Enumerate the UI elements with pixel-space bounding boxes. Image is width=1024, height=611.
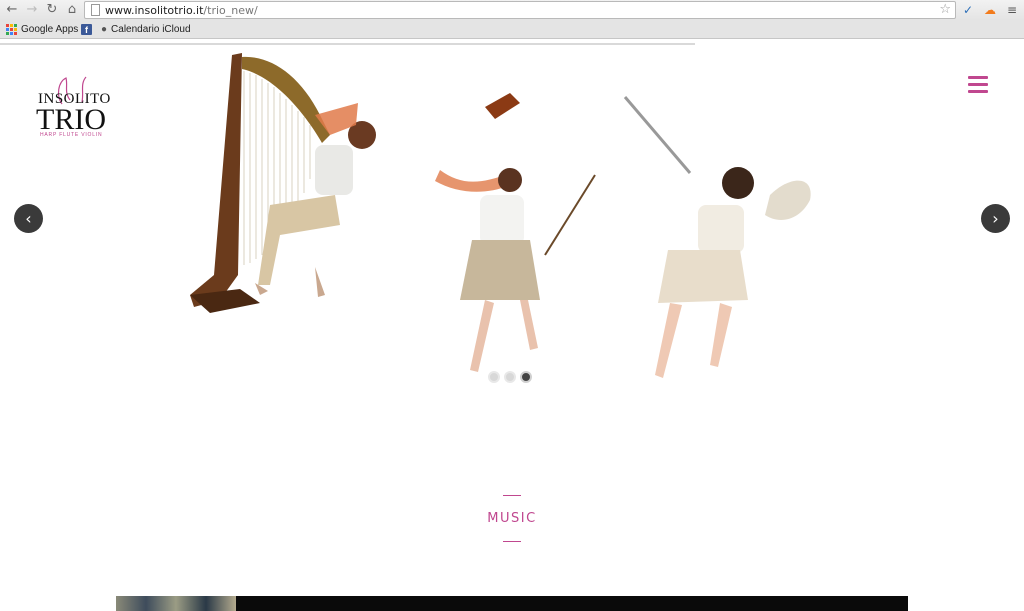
address-bar[interactable]: www.insolitotrio.it/trio_new/ ☆ — [84, 1, 956, 19]
extension-check-icon[interactable]: ✓ — [960, 2, 976, 18]
divider-top — [503, 495, 521, 496]
url-path: /trio_new/ — [203, 4, 258, 17]
browser-toolbar: ← → ↻ ⌂ www.insolitotrio.it/trio_new/ ☆ … — [0, 0, 1024, 20]
facebook-icon: f — [81, 24, 92, 35]
slider-next-button[interactable]: › — [981, 204, 1010, 233]
bookmark-facebook[interactable]: f — [81, 22, 92, 37]
soundcloud-cloud-icon[interactable]: ☁ — [982, 2, 998, 18]
slider-dot-1[interactable] — [488, 371, 500, 383]
bookmark-google-apps[interactable]: Google Apps — [6, 22, 78, 37]
back-icon[interactable]: ← — [4, 2, 20, 18]
slide-image-trio — [190, 53, 811, 378]
music-media-strip[interactable] — [116, 596, 908, 611]
page-icon — [91, 4, 100, 16]
site-logo[interactable]: INSOLITO TRIO HARP FLUTE VIOLIN — [36, 74, 112, 138]
page-content: INSOLITO TRIO HARP FLUTE VIOLIN ‹ › MUSI… — [0, 40, 1024, 611]
apps-grid-icon — [6, 24, 17, 35]
bookmark-label: Google Apps — [21, 24, 79, 35]
address-url: www.insolitotrio.it/trio_new/ — [105, 3, 258, 18]
music-section-header: MUSIC — [0, 495, 1024, 542]
logo-graphic: INSOLITO TRIO HARP FLUTE VIOLIN — [36, 76, 110, 138]
slider-pagination — [488, 371, 532, 383]
media-thumbnail[interactable] — [116, 596, 236, 611]
apple-icon: ● — [101, 24, 108, 35]
flutist-figure — [623, 96, 811, 378]
divider-bottom — [503, 541, 521, 542]
violinist-figure — [435, 93, 596, 372]
reload-icon[interactable]: ↻ — [44, 2, 60, 18]
home-icon[interactable]: ⌂ — [64, 2, 80, 18]
hero-slider — [150, 45, 850, 390]
url-domain: www.insolitotrio.it — [105, 4, 204, 17]
logo-tagline: HARP FLUTE VIOLIN — [40, 132, 102, 138]
section-title: MUSIC — [487, 511, 537, 526]
slider-dot-2[interactable] — [504, 371, 516, 383]
forward-icon[interactable]: → — [24, 2, 40, 18]
bookmark-star-icon[interactable]: ☆ — [939, 2, 951, 18]
slider-dot-3[interactable] — [520, 371, 532, 383]
hamburger-menu-icon[interactable] — [968, 76, 990, 96]
slider-prev-button[interactable]: ‹ — [14, 204, 43, 233]
bookmarks-bar: Google Apps f ● Calendario iCloud — [0, 20, 1024, 39]
bookmark-calendario-icloud[interactable]: ● Calendario iCloud — [101, 22, 191, 37]
chrome-menu-icon[interactable]: ≡ — [1004, 2, 1020, 18]
bookmark-label: Calendario iCloud — [111, 24, 191, 35]
